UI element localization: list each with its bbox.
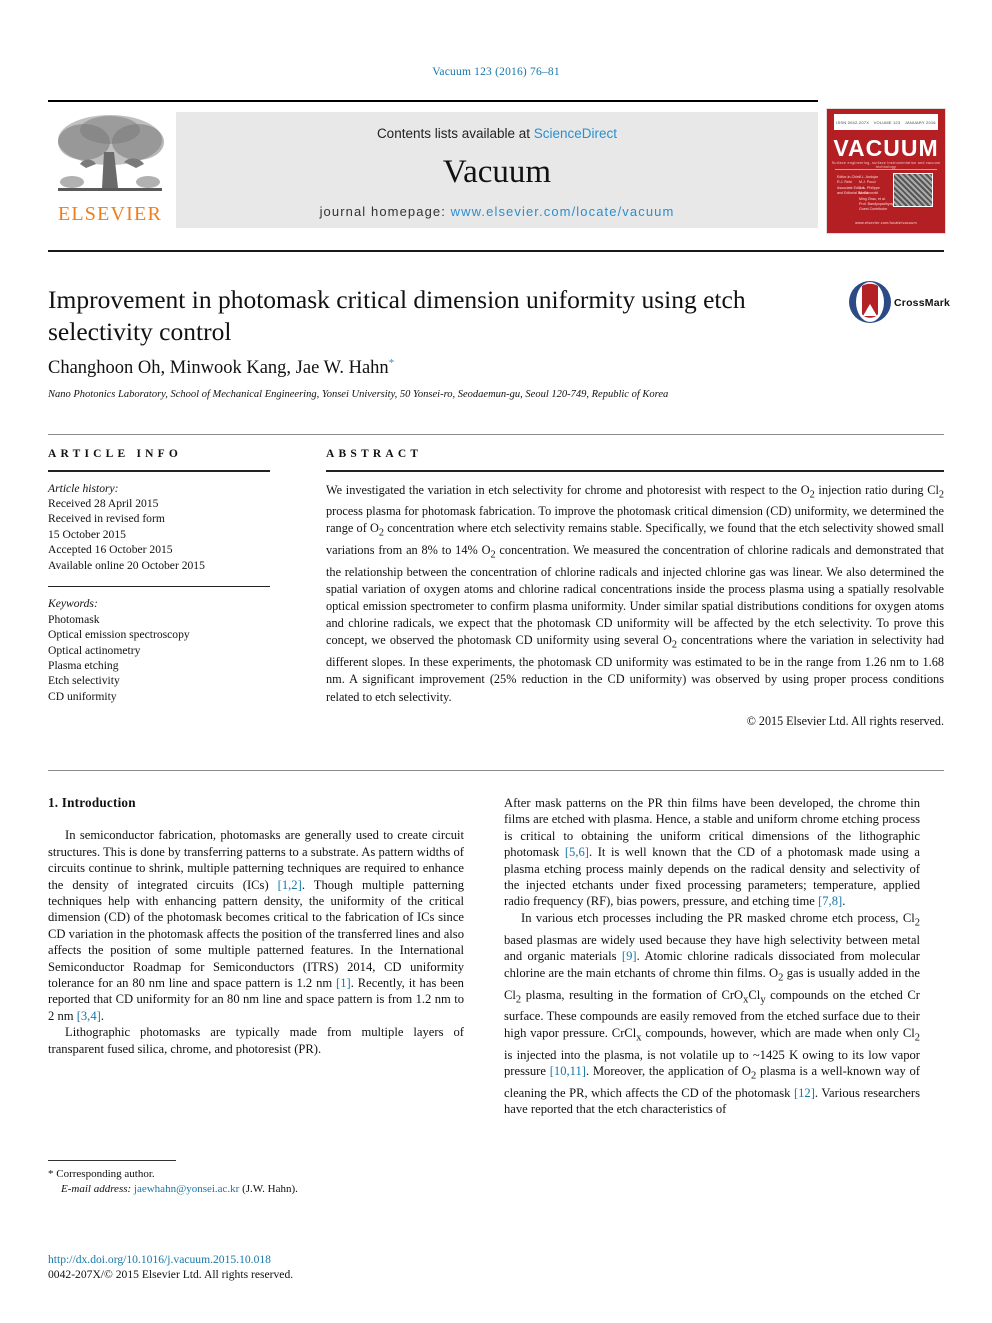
paper-page: Vacuum 123 (2016) 76–81 ELSEVIER Content… <box>0 0 992 1323</box>
journal-masthead: ELSEVIER Contents lists available at Sci… <box>48 100 946 234</box>
sciencedirect-band: Contents lists available at ScienceDirec… <box>176 112 818 228</box>
masthead-top-rule <box>48 100 818 102</box>
footnote-corresponding-line: * Corresponding author. <box>48 1167 464 1182</box>
cover-title: VACUUM <box>833 135 939 161</box>
body-paragraph: In various etch processes including the … <box>504 910 920 1117</box>
cover-subtitle: Surface engineering, surface instrumenta… <box>831 161 941 169</box>
keywords-rule <box>48 585 270 588</box>
body-column-right: After mask patterns on the PR thin films… <box>504 795 920 1118</box>
section-heading-introduction: 1. Introduction <box>48 795 136 810</box>
info-top-rule <box>48 434 944 435</box>
body-paragraph: Lithographic photomasks are typically ma… <box>48 1025 464 1056</box>
article-info-column: ARTICLE INFO Article history: Received 2… <box>48 448 270 704</box>
abstract-rule <box>326 470 944 472</box>
journal-homepage-line: journal homepage: www.elsevier.com/locat… <box>176 204 818 219</box>
footnote-email-line: E-mail address: jaewhahn@yonsei.ac.kr (J… <box>48 1182 464 1197</box>
keyword-item: Optical emission spectroscopy <box>48 628 190 642</box>
article-history-label: Article history: <box>48 481 119 495</box>
abstract-copyright: © 2015 Elsevier Ltd. All rights reserved… <box>746 713 944 728</box>
footnote-rule <box>48 1160 176 1161</box>
body-column-left: 1. Introduction In semiconductor fabrica… <box>48 795 464 1057</box>
cover-issn: ISSN 0042-207X <box>836 119 870 125</box>
keyword-item: CD uniformity <box>48 689 117 703</box>
corresponding-author-footnote: * Corresponding author. E-mail address: … <box>48 1160 464 1196</box>
abstract-column: ABSTRACT We investigated the variation i… <box>326 448 944 729</box>
article-info-heading: ARTICLE INFO <box>48 448 183 460</box>
keywords-label: Keywords: <box>48 597 98 611</box>
running-head: Vacuum 123 (2016) 76–81 <box>432 66 560 78</box>
journal-homepage-link[interactable]: www.elsevier.com/locate/vacuum <box>451 204 675 219</box>
history-item: Received in revised form <box>48 512 165 526</box>
cover-photo-thumbnail <box>893 173 933 207</box>
abstract-heading: ABSTRACT <box>326 448 423 460</box>
affiliation: Nano Photonics Laboratory, School of Mec… <box>48 389 669 400</box>
author-names: Changhoon Oh, Minwook Kang, Jae W. Hahn <box>48 358 389 379</box>
title-top-rule <box>48 250 944 252</box>
footnote-corresponding-text: Corresponding author. <box>56 1168 155 1180</box>
body-paragraph: In semiconductor fabrication, photomasks… <box>48 828 464 1023</box>
body-paragraph: After mask patterns on the PR thin films… <box>504 796 921 909</box>
doi-link[interactable]: http://dx.doi.org/10.1016/j.vacuum.2015.… <box>48 1252 464 1267</box>
keyword-item: Plasma etching <box>48 659 119 673</box>
article-history: Article history: Received 28 April 2015 … <box>48 481 270 573</box>
email-owner: (J.W. Hahn). <box>242 1182 298 1195</box>
email-label: E-mail address: <box>61 1182 132 1195</box>
crossmark-label: CrossMark <box>894 297 951 309</box>
keyword-item: Optical actinometry <box>48 643 141 657</box>
author-list: Changhoon Oh, Minwook Kang, Jae W. Hahn* <box>48 357 808 379</box>
elsevier-logo: ELSEVIER <box>48 112 172 228</box>
journal-cover-image: ISSN 0042-207X VOLUME 123 JANUARY 2016 V… <box>826 108 946 234</box>
crossmark-badge[interactable]: CrossMark <box>848 280 950 326</box>
elsevier-wordmark: ELSEVIER <box>57 203 163 225</box>
history-item: 15 October 2015 <box>48 527 126 541</box>
cover-footer-url: www.elsevier.com/locate/vacuum <box>855 221 917 225</box>
doi-block: http://dx.doi.org/10.1016/j.vacuum.2015.… <box>48 1252 464 1282</box>
crossmark-icon <box>848 280 892 324</box>
keyword-item: Etch selectivity <box>48 674 120 688</box>
corresponding-author-marker: * <box>388 357 395 369</box>
email-link[interactable]: jaewhahn@yonsei.ac.kr <box>134 1183 239 1195</box>
sciencedirect-link[interactable]: ScienceDirect <box>534 126 617 141</box>
cover-top-strip: ISSN 0042-207X VOLUME 123 JANUARY 2016 <box>834 114 938 130</box>
info-bottom-rule <box>48 770 944 771</box>
footnote-star: * <box>48 1168 54 1180</box>
issn-copyright-line: 0042-207X/© 2015 Elsevier Ltd. All right… <box>48 1268 294 1281</box>
contents-prefix: Contents lists available at <box>376 126 534 141</box>
cover-date: JANUARY 2016 <box>904 119 936 125</box>
keywords-list: Keywords: Photomask Optical emission spe… <box>48 596 270 704</box>
journal-title: Vacuum <box>442 154 552 190</box>
page-title: Improvement in photomask critical dimens… <box>48 285 746 346</box>
keyword-item: Photomask <box>48 612 100 626</box>
article-info-rule <box>48 470 270 472</box>
cover-divider <box>835 169 937 170</box>
history-item: Received 28 April 2015 <box>48 496 159 510</box>
homepage-prefix: journal homepage: <box>319 204 451 219</box>
history-item: Available online 20 October 2015 <box>48 558 205 572</box>
elsevier-tree-icon <box>52 112 168 200</box>
history-item: Accepted 16 October 2015 <box>48 543 173 557</box>
contents-line: Contents lists available at ScienceDirec… <box>176 126 818 141</box>
abstract-text: We investigated the variation in etch se… <box>326 482 944 704</box>
cover-volume: VOLUME 123 <box>873 119 901 125</box>
